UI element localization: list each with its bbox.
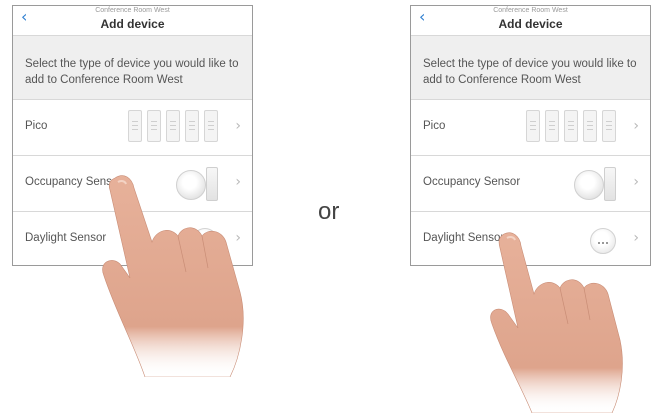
nav-bar: ‹ Conference Room West Add device — [411, 6, 650, 36]
pico-remotes-icon — [526, 110, 616, 142]
nav-bar: ‹ Conference Room West Add device — [13, 6, 252, 36]
pointing-hand-right-icon — [490, 232, 623, 413]
device-row-occupancy-sensor[interactable]: Occupancy Sensor › — [411, 156, 650, 212]
occupancy-sensor-icon — [574, 167, 616, 201]
device-row-pico[interactable]: Pico › — [13, 100, 252, 156]
nav-subtitle: Conference Room West — [95, 7, 170, 14]
instruction-text: Select the type of device you would like… — [411, 36, 650, 100]
row-label: Occupancy Sensor — [423, 176, 521, 188]
nav-title: Add device — [100, 17, 165, 31]
device-row-pico[interactable]: Pico › — [411, 100, 650, 156]
nav-subtitle: Conference Room West — [493, 7, 568, 14]
instruction-text: Select the type of device you would like… — [13, 36, 252, 100]
chevron-right-icon: › — [633, 118, 639, 134]
phone-screen-right: ‹ Conference Room West Add device Select… — [410, 5, 651, 266]
pointing-hand-left-icon — [102, 175, 244, 377]
nav-title: Add device — [498, 17, 563, 31]
chevron-right-icon: › — [235, 118, 241, 134]
or-separator: or — [318, 198, 340, 225]
chevron-right-icon: › — [633, 174, 639, 190]
row-label: Pico — [423, 120, 446, 132]
pico-remotes-icon — [128, 110, 218, 142]
row-label: Pico — [25, 120, 48, 132]
